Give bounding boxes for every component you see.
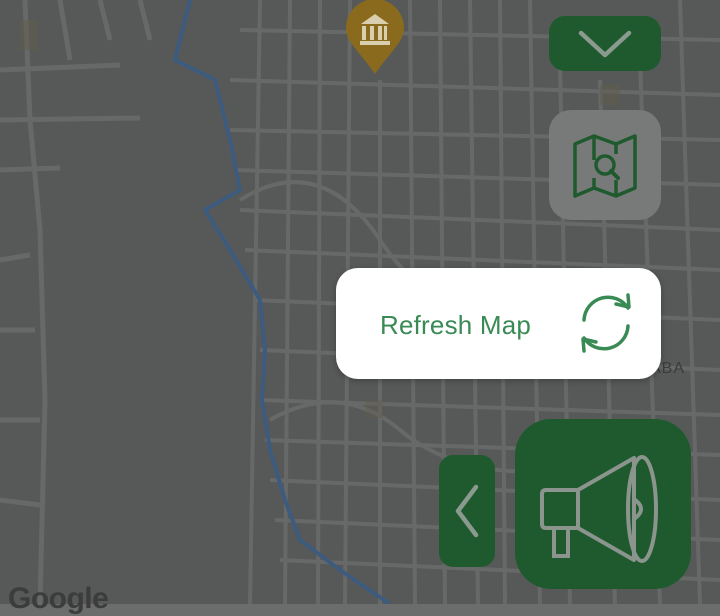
- refresh-map-label: Refresh Map: [380, 310, 532, 340]
- map-search-icon: [573, 134, 637, 198]
- museum-icon[interactable]: [340, 0, 410, 76]
- google-attribution: Google: [8, 582, 109, 615]
- collapse-button[interactable]: [549, 16, 661, 71]
- chevron-down-icon: [578, 30, 632, 57]
- chevron-left-icon: [455, 484, 479, 538]
- refresh-icon: [581, 293, 631, 353]
- refresh-map-button[interactable]: Refresh Map: [336, 268, 661, 379]
- announcements-button[interactable]: [515, 419, 691, 589]
- back-button[interactable]: [439, 455, 495, 567]
- megaphone-icon: [540, 455, 658, 563]
- map-search-button[interactable]: [549, 110, 661, 220]
